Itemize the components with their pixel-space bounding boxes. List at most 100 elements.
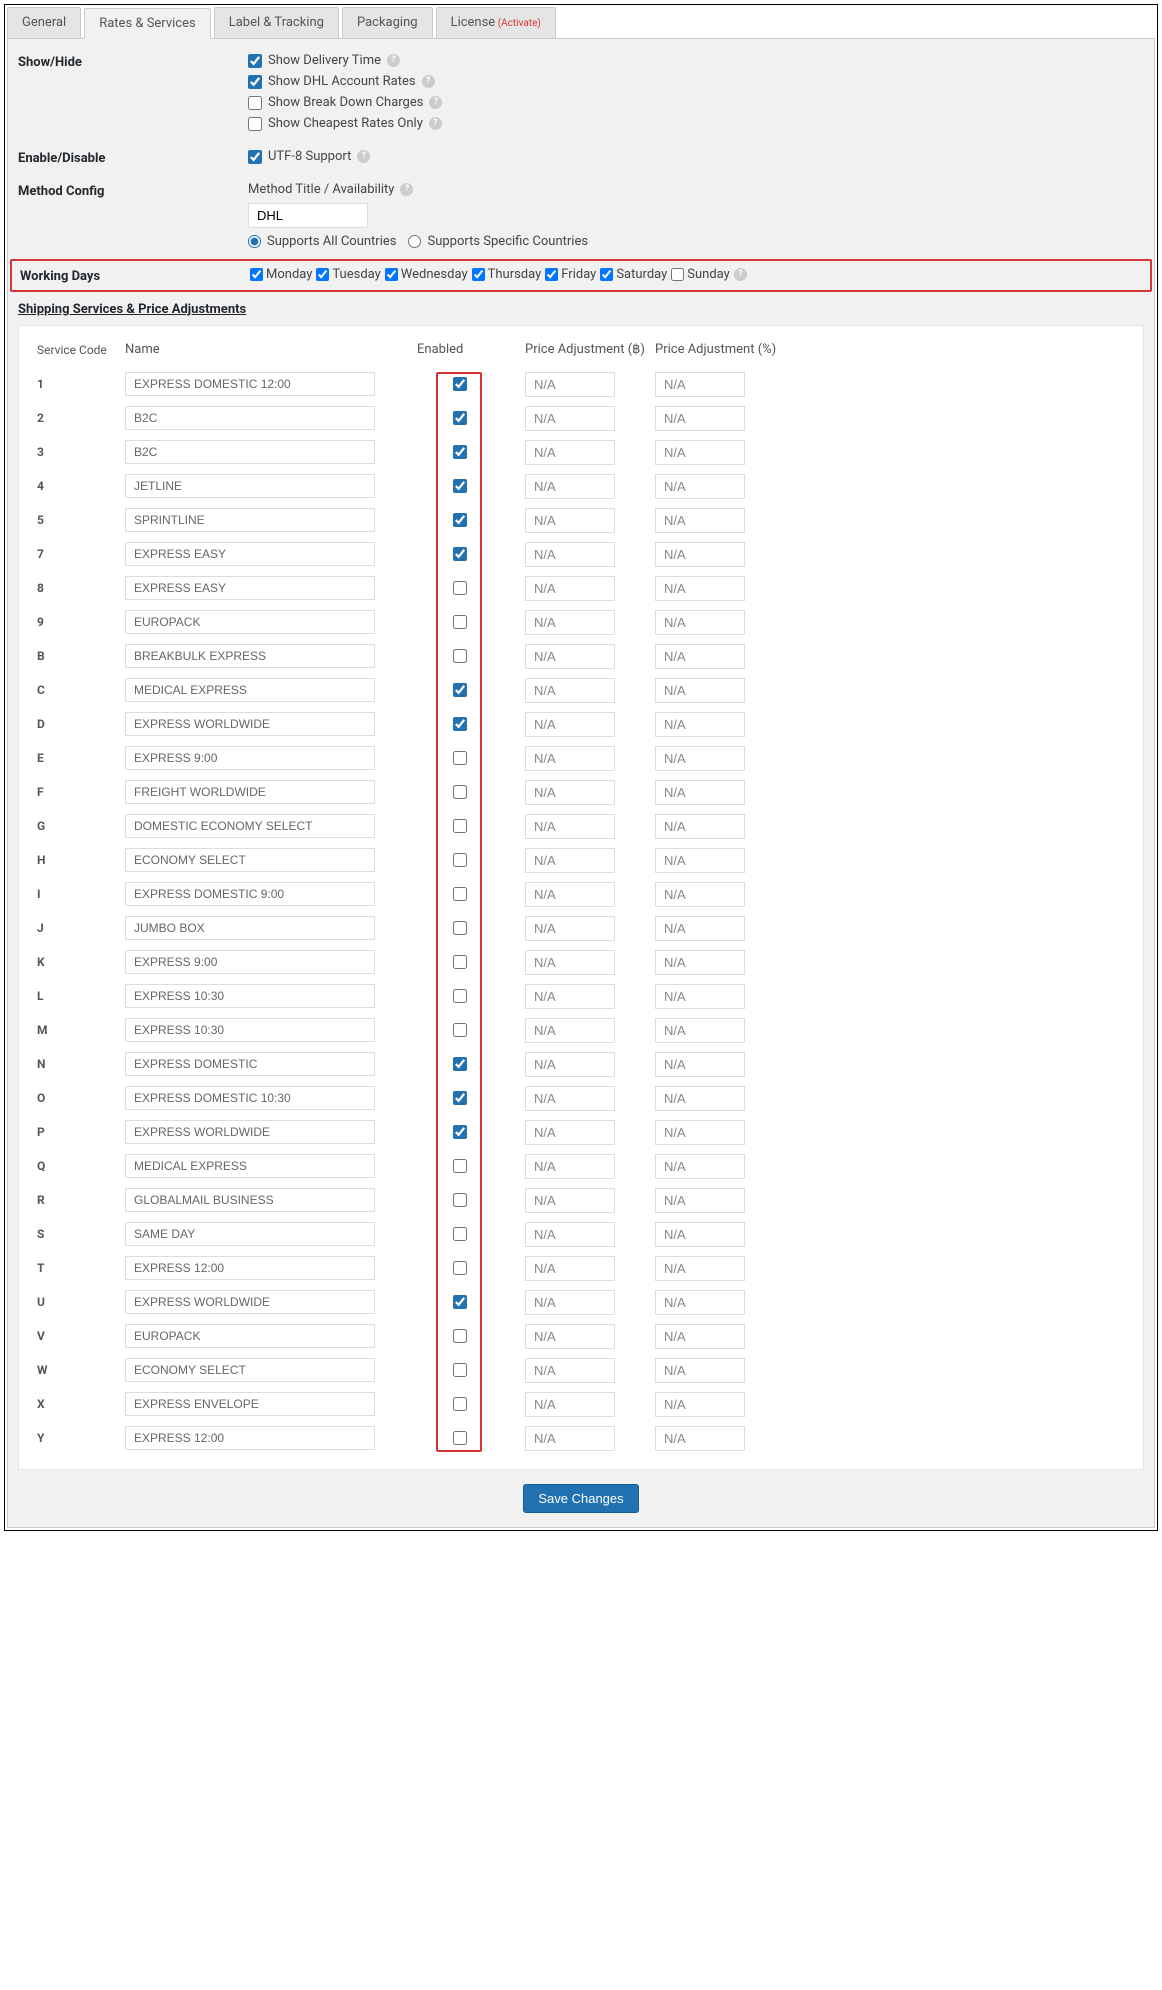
service-name-input[interactable] [125, 576, 375, 600]
price-adjustment-currency-input[interactable] [525, 1392, 615, 1417]
service-enabled-checkbox[interactable] [453, 1193, 467, 1207]
price-adjustment-currency-input[interactable] [525, 1358, 615, 1383]
price-adjustment-currency-input[interactable] [525, 542, 615, 567]
price-adjustment-percent-input[interactable] [655, 1392, 745, 1417]
service-enabled-checkbox[interactable] [453, 819, 467, 833]
help-icon[interactable]: ? [734, 268, 747, 281]
service-enabled-checkbox[interactable] [453, 1227, 467, 1241]
price-adjustment-percent-input[interactable] [655, 644, 745, 669]
price-adjustment-currency-input[interactable] [525, 1154, 615, 1179]
service-name-input[interactable] [125, 474, 375, 498]
service-name-input[interactable] [125, 440, 375, 464]
service-name-input[interactable] [125, 1188, 375, 1212]
help-icon[interactable]: ? [429, 117, 442, 130]
radio-supports-specific-countries[interactable] [408, 235, 421, 248]
help-icon[interactable]: ? [387, 54, 400, 67]
service-name-input[interactable] [125, 1222, 375, 1246]
price-adjustment-currency-input[interactable] [525, 1188, 615, 1213]
service-name-input[interactable] [125, 678, 375, 702]
service-enabled-checkbox[interactable] [453, 1125, 467, 1139]
service-name-input[interactable] [125, 1290, 375, 1314]
service-name-input[interactable] [125, 1052, 375, 1076]
service-name-input[interactable] [125, 746, 375, 770]
service-enabled-checkbox[interactable] [453, 1057, 467, 1071]
service-name-input[interactable] [125, 1256, 375, 1280]
service-enabled-checkbox[interactable] [453, 853, 467, 867]
day-wednesday[interactable]: Wednesday [385, 267, 468, 282]
day-tuesday[interactable]: Tuesday [316, 267, 380, 282]
price-adjustment-percent-input[interactable] [655, 1256, 745, 1281]
day-friday[interactable]: Friday [545, 267, 596, 282]
service-enabled-checkbox[interactable] [453, 1261, 467, 1275]
service-enabled-checkbox[interactable] [453, 649, 467, 663]
price-adjustment-currency-input[interactable] [525, 1120, 615, 1145]
price-adjustment-percent-input[interactable] [655, 1324, 745, 1349]
checkbox-show-dhl-account-rates[interactable] [248, 75, 262, 89]
service-name-input[interactable] [125, 1358, 375, 1382]
service-name-input[interactable] [125, 644, 375, 668]
help-icon[interactable]: ? [400, 183, 413, 196]
service-enabled-checkbox[interactable] [453, 1159, 467, 1173]
price-adjustment-percent-input[interactable] [655, 406, 745, 431]
service-name-input[interactable] [125, 372, 375, 396]
price-adjustment-currency-input[interactable] [525, 644, 615, 669]
price-adjustment-percent-input[interactable] [655, 1188, 745, 1213]
service-enabled-checkbox[interactable] [453, 445, 467, 459]
service-enabled-checkbox[interactable] [453, 1023, 467, 1037]
radio-supports-all-countries[interactable] [248, 235, 261, 248]
price-adjustment-percent-input[interactable] [655, 610, 745, 635]
price-adjustment-percent-input[interactable] [655, 678, 745, 703]
help-icon[interactable]: ? [422, 75, 435, 88]
checkbox-show-cheapest-rates-only[interactable] [248, 117, 262, 131]
price-adjustment-percent-input[interactable] [655, 1222, 745, 1247]
service-enabled-checkbox[interactable] [453, 1295, 467, 1309]
service-name-input[interactable] [125, 984, 375, 1008]
price-adjustment-currency-input[interactable] [525, 746, 615, 771]
price-adjustment-currency-input[interactable] [525, 440, 615, 465]
price-adjustment-currency-input[interactable] [525, 1086, 615, 1111]
price-adjustment-currency-input[interactable] [525, 984, 615, 1009]
price-adjustment-currency-input[interactable] [525, 780, 615, 805]
price-adjustment-percent-input[interactable] [655, 372, 745, 397]
tab-packaging[interactable]: Packaging [342, 7, 433, 38]
price-adjustment-currency-input[interactable] [525, 1256, 615, 1281]
price-adjustment-percent-input[interactable] [655, 1154, 745, 1179]
tab-rates-services[interactable]: Rates & Services [84, 8, 210, 39]
service-enabled-checkbox[interactable] [453, 615, 467, 629]
price-adjustment-percent-input[interactable] [655, 950, 745, 975]
service-name-input[interactable] [125, 610, 375, 634]
tab-license[interactable]: License (Activate) [436, 7, 556, 38]
service-name-input[interactable] [125, 1426, 375, 1450]
price-adjustment-currency-input[interactable] [525, 610, 615, 635]
day-saturday[interactable]: Saturday [600, 267, 667, 282]
service-enabled-checkbox[interactable] [453, 1431, 467, 1445]
day-checkbox-sunday[interactable] [671, 268, 684, 281]
day-checkbox-wednesday[interactable] [385, 268, 398, 281]
tab-general[interactable]: General [7, 7, 81, 38]
service-enabled-checkbox[interactable] [453, 955, 467, 969]
price-adjustment-percent-input[interactable] [655, 1358, 745, 1383]
price-adjustment-currency-input[interactable] [525, 814, 615, 839]
service-name-input[interactable] [125, 848, 375, 872]
service-enabled-checkbox[interactable] [453, 717, 467, 731]
price-adjustment-currency-input[interactable] [525, 1290, 615, 1315]
save-button[interactable]: Save Changes [523, 1484, 638, 1513]
service-enabled-checkbox[interactable] [453, 479, 467, 493]
service-enabled-checkbox[interactable] [453, 887, 467, 901]
tab-label-tracking[interactable]: Label & Tracking [214, 7, 339, 38]
checkbox-utf-support[interactable] [248, 150, 262, 164]
service-name-input[interactable] [125, 508, 375, 532]
price-adjustment-percent-input[interactable] [655, 1086, 745, 1111]
service-enabled-checkbox[interactable] [453, 1091, 467, 1105]
service-enabled-checkbox[interactable] [453, 1397, 467, 1411]
service-name-input[interactable] [125, 1086, 375, 1110]
day-checkbox-friday[interactable] [545, 268, 558, 281]
method-title-input[interactable] [248, 203, 368, 228]
service-enabled-checkbox[interactable] [453, 581, 467, 595]
price-adjustment-currency-input[interactable] [525, 1018, 615, 1043]
price-adjustment-currency-input[interactable] [525, 508, 615, 533]
day-checkbox-thursday[interactable] [472, 268, 485, 281]
price-adjustment-percent-input[interactable] [655, 1120, 745, 1145]
service-enabled-checkbox[interactable] [453, 683, 467, 697]
price-adjustment-currency-input[interactable] [525, 950, 615, 975]
